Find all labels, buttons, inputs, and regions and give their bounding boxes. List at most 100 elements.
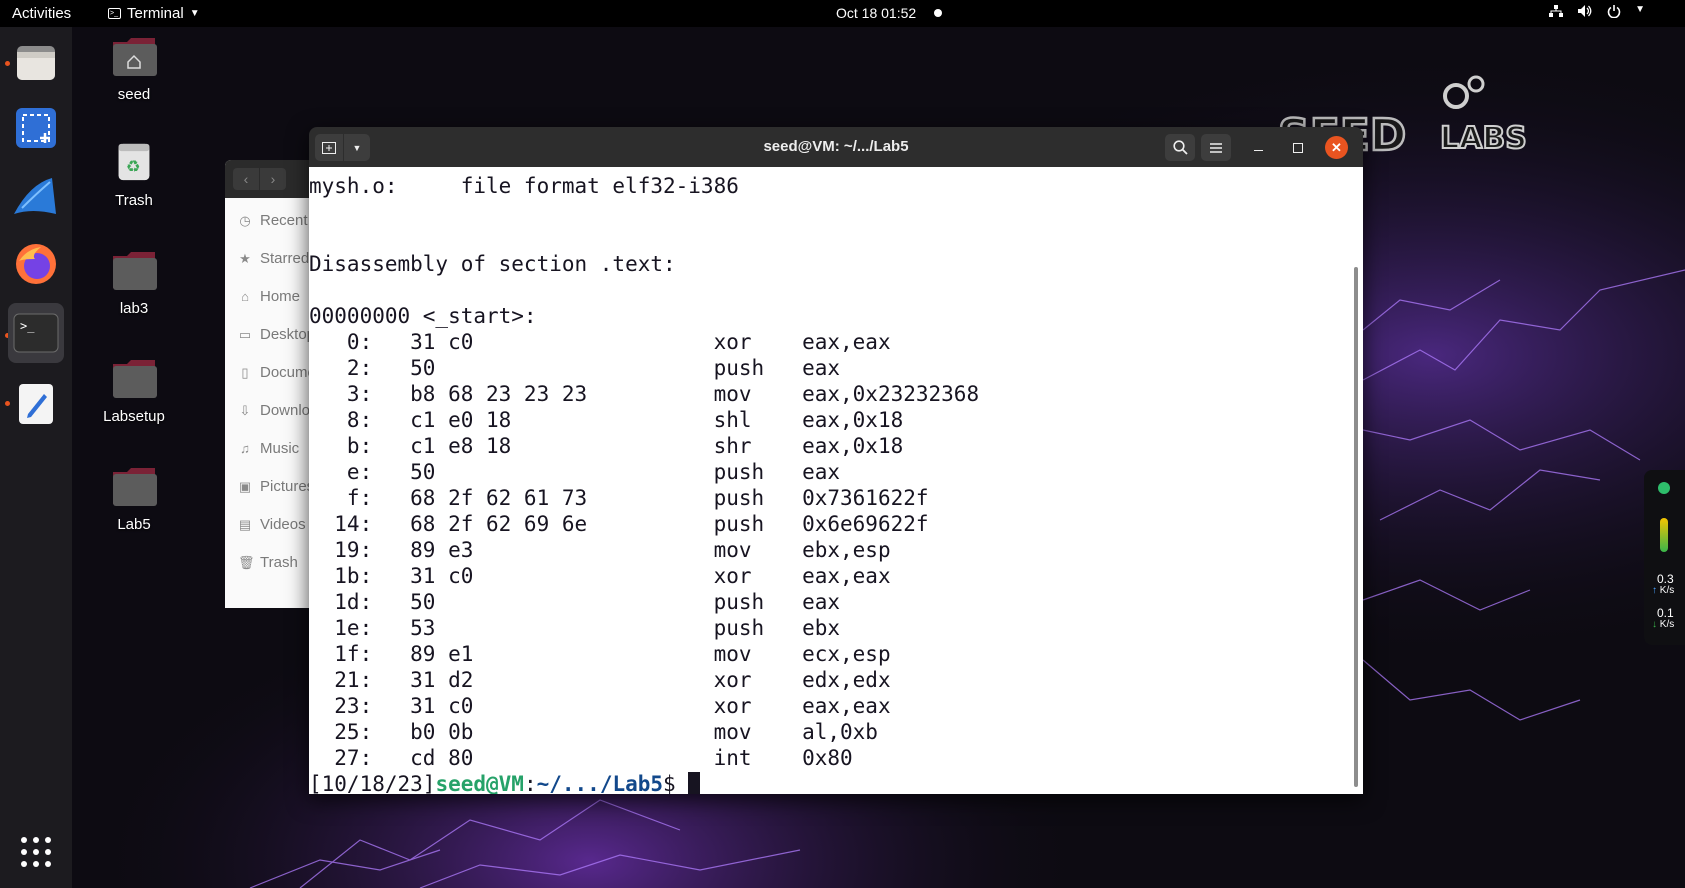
star-icon: ★ xyxy=(239,250,251,266)
terminal-line: 1d: 50 push eax xyxy=(309,590,841,614)
sidebar-item-recent[interactable]: ◷ Recent xyxy=(238,212,307,229)
terminal-headerbar: ▼ seed@VM: ~/.../Lab5 ✕ xyxy=(309,127,1363,167)
search-button[interactable] xyxy=(1165,134,1195,161)
desktop-icon-seed[interactable]: seed xyxy=(89,36,179,103)
sidebar-item-trash[interactable]: 🗑 Trash xyxy=(238,554,298,571)
sidebar-item-pictures[interactable]: ▣ Pictures xyxy=(238,478,314,495)
desktop-icon-label: Labsetup xyxy=(103,408,165,425)
terminal-line: 14: 68 2f 62 69 6e push 0x6e69622f xyxy=(309,512,929,536)
close-button[interactable]: ✕ xyxy=(1325,136,1348,159)
terminal-small-icon: >_ xyxy=(108,8,121,19)
back-button[interactable]: ‹ xyxy=(233,168,259,190)
top-bar: Activities >_ Terminal ▼ Oct 18 01:52 ▼ xyxy=(0,0,1685,27)
upload-rate: 0.3 xyxy=(1657,572,1674,586)
desktop-icon-trash[interactable]: ♻ Trash xyxy=(89,142,179,209)
terminal-line: 19: 89 e3 mov ebx,esp xyxy=(309,538,891,562)
download-rate: 0.1 xyxy=(1657,606,1674,620)
terminal-line: 1f: 89 e1 mov ecx,esp xyxy=(309,642,891,666)
terminal-line: b: c1 e8 18 shr eax,0x18 xyxy=(309,434,904,458)
desktop-icon-lab5[interactable]: Lab5 xyxy=(89,466,179,533)
notification-dot xyxy=(934,9,942,17)
prompt-symbol: $ xyxy=(663,772,689,794)
dock-terminal[interactable]: >_ xyxy=(8,303,64,363)
sidebar-item-music[interactable]: ♫ Music xyxy=(238,440,299,457)
desktop-icon-labsetup[interactable]: Labsetup xyxy=(89,358,179,425)
dock-firefox[interactable] xyxy=(11,239,61,289)
prompt-date: [10/18/23] xyxy=(309,772,436,794)
desktop-icon-label: Trash xyxy=(115,192,153,209)
folder-icon xyxy=(113,252,157,290)
minimize-button[interactable] xyxy=(1245,134,1271,161)
folder-icon xyxy=(113,468,157,506)
trash-icon: 🗑 xyxy=(238,554,255,570)
clock-icon: ◷ xyxy=(239,212,251,228)
level-meter xyxy=(1660,518,1668,552)
chevron-down-icon: ▼ xyxy=(1635,4,1645,15)
dock: >_ xyxy=(0,27,72,888)
terminal-line: 3: b8 68 23 23 23 mov eax,0x23232368 xyxy=(309,382,980,406)
maximize-button[interactable] xyxy=(1285,134,1311,161)
search-icon xyxy=(1172,140,1188,155)
hamburger-menu-button[interactable] xyxy=(1201,134,1231,161)
system-menu[interactable]: ▼ xyxy=(1549,4,1645,18)
dock-text-editor[interactable] xyxy=(11,379,61,429)
terminal-line: 0: 31 c0 xor eax,eax xyxy=(309,330,891,354)
clock[interactable]: Oct 18 01:52 xyxy=(836,5,916,21)
sidebar-item-starred[interactable]: ★ Starred xyxy=(238,250,309,267)
status-dot xyxy=(1658,482,1670,494)
maximize-icon xyxy=(1293,142,1303,153)
app-menu-label: Terminal xyxy=(127,5,184,22)
upload-unit: ↑ K/s xyxy=(1652,585,1675,596)
chevron-down-icon: ▼ xyxy=(189,8,200,19)
terminal-line: 27: cd 80 int 0x80 xyxy=(309,746,853,770)
firefox-icon xyxy=(16,244,56,284)
show-applications-button[interactable] xyxy=(11,827,61,877)
terminal-line: 21: 31 d2 xor edx,edx xyxy=(309,668,891,692)
terminal-line: 25: b0 0b mov al,0xb xyxy=(309,720,878,744)
terminal-line: 2: 50 push eax xyxy=(309,356,841,380)
dock-wireshark[interactable] xyxy=(11,171,61,221)
svg-text:LABS: LABS xyxy=(1440,121,1527,156)
prompt-line: [10/18/23]seed@VM:~/.../Lab5$ xyxy=(309,771,979,794)
sidebar-item-home[interactable]: ⌂ Home xyxy=(238,288,300,305)
terminal-line: e: 50 push eax xyxy=(309,460,841,484)
network-speed-widget: 0.3 ↑ K/s 0.1 ↓ K/s xyxy=(1644,470,1685,645)
running-indicator xyxy=(5,61,10,66)
app-menu[interactable]: >_ Terminal ▼ xyxy=(108,5,200,22)
terminal-line: 1e: 53 push ebx xyxy=(309,616,841,640)
activities-button[interactable]: Activities xyxy=(12,5,71,22)
terminal-output[interactable]: mysh.o: file format elf32-i386 Disassemb… xyxy=(309,167,1363,794)
terminal-line: 8: c1 e0 18 shl eax,0x18 xyxy=(309,408,904,432)
terminal-text: mysh.o: file format elf32-i386 Disassemb… xyxy=(309,173,979,794)
text-editor-icon xyxy=(19,384,53,424)
dock-screenshot[interactable] xyxy=(11,103,61,153)
download-unit: ↓ K/s xyxy=(1652,619,1675,630)
running-indicator xyxy=(5,401,10,406)
desktop-icon-label: lab3 xyxy=(119,300,149,317)
scrollbar[interactable] xyxy=(1354,267,1358,787)
forward-button[interactable]: › xyxy=(260,168,286,190)
minimize-icon xyxy=(1253,149,1263,152)
desktop-icon: ▭ xyxy=(238,326,252,342)
terminal-line: 00000000 <_start>: xyxy=(309,304,537,328)
wireshark-fin-icon xyxy=(14,178,56,214)
prompt-path: ~/.../Lab5 xyxy=(536,772,664,794)
download-icon: ⇩ xyxy=(239,402,251,418)
close-icon: ✕ xyxy=(1331,139,1342,155)
power-icon xyxy=(1607,5,1621,18)
sidebar-item-videos[interactable]: ▤ Videos xyxy=(238,516,306,533)
terminal-line: f: 68 2f 62 61 73 push 0x7361622f xyxy=(309,486,929,510)
network-icon xyxy=(1549,5,1564,17)
sidebar-item-desktop[interactable]: ▭ Desktop xyxy=(238,326,315,343)
desktop-icon-lab3[interactable]: lab3 xyxy=(89,250,179,317)
music-icon: ♫ xyxy=(240,441,250,456)
home-icon: ⌂ xyxy=(241,289,249,304)
prompt-separator: : xyxy=(523,772,537,794)
screenshot-icon xyxy=(16,108,56,148)
dock-files[interactable] xyxy=(11,37,61,87)
terminal-window[interactable]: ▼ seed@VM: ~/.../Lab5 ✕ mysh.o: file for… xyxy=(309,127,1363,794)
svg-text:♻: ♻ xyxy=(126,157,141,176)
